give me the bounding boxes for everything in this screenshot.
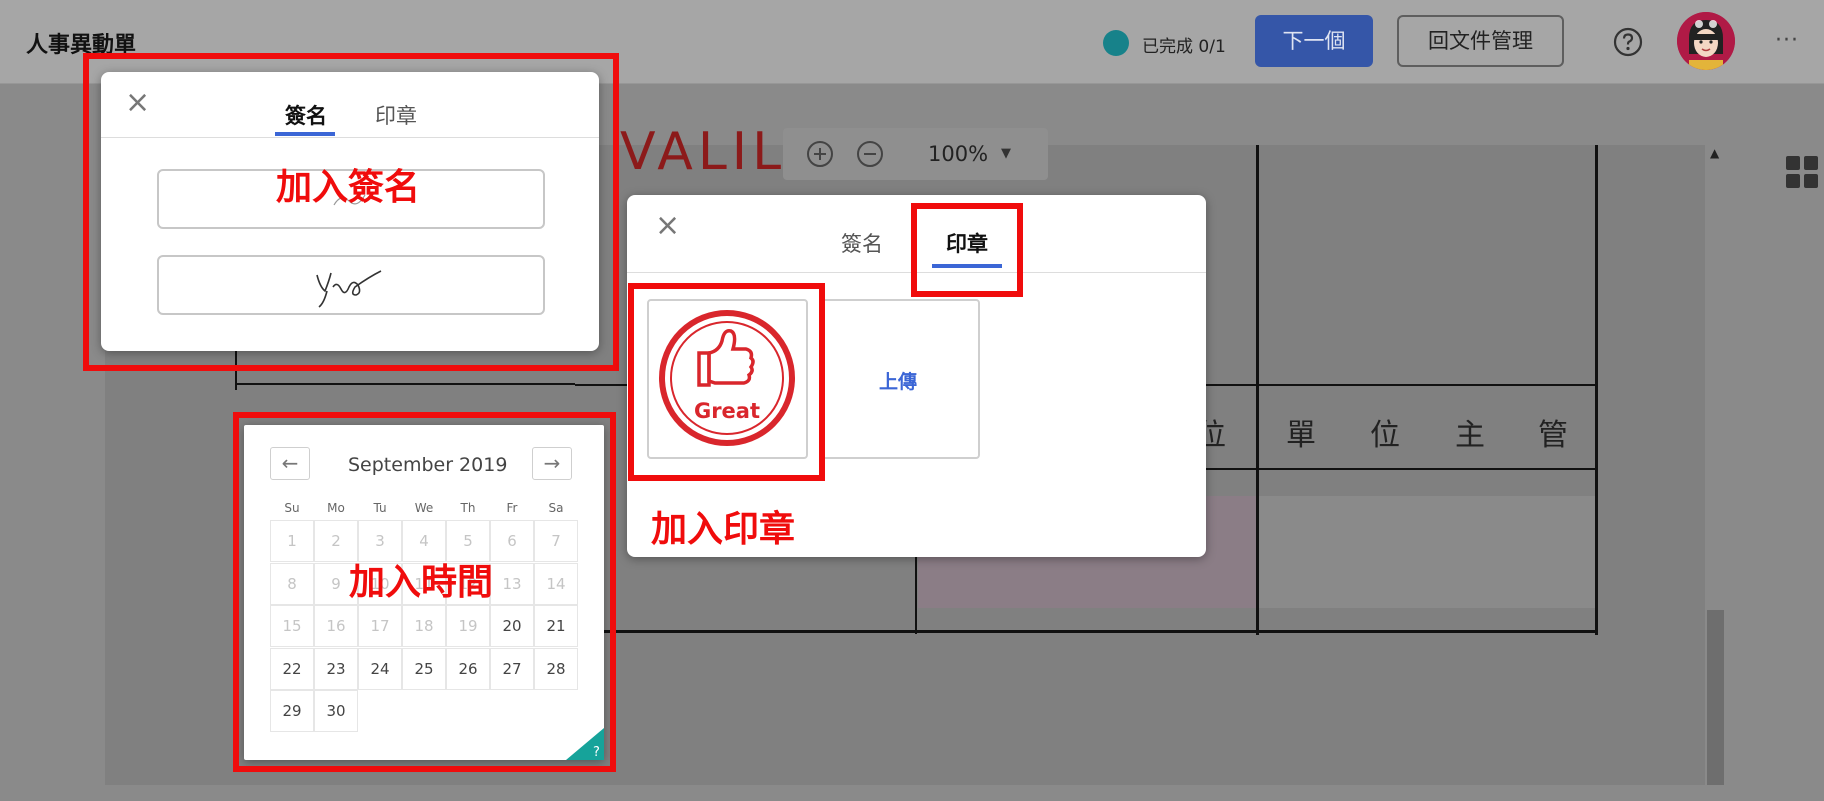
annotation-add-time: 加入時間 [349, 562, 494, 603]
table-border [1595, 145, 1598, 635]
zoom-level-select[interactable]: 100% [928, 142, 988, 166]
table-header-char: 位 [1370, 418, 1400, 453]
status-dot-icon [1103, 30, 1129, 56]
annotation-frame-signature [83, 53, 619, 371]
table-header-char: 單 [1286, 418, 1316, 453]
annotation-add-signature: 加入簽名 [276, 167, 421, 208]
annotation-add-stamp: 加入印章 [651, 509, 796, 550]
table-header-char: 管 [1538, 418, 1568, 453]
grid-view-icon[interactable] [1785, 155, 1819, 193]
caret-down-icon[interactable]: ▼ [1001, 146, 1011, 161]
upload-stamp-label: 上傳 [879, 371, 918, 393]
tab-signature[interactable]: 簽名 [841, 228, 883, 258]
table-header-char: 主 [1455, 418, 1485, 453]
document-title-fragment: VALIL [620, 122, 787, 182]
close-icon[interactable]: × [655, 211, 680, 241]
zoom-out-icon[interactable] [856, 140, 884, 172]
table-border [600, 630, 1598, 633]
table-cell-shaded [1259, 496, 1595, 608]
table-border [235, 383, 575, 385]
completion-status: 已完成 0/1 [1142, 37, 1226, 57]
back-to-documents-button[interactable]: 回文件管理 [1397, 15, 1564, 67]
next-button[interactable]: 下一個 [1255, 15, 1373, 67]
annotation-frame-stamp-tab [911, 203, 1023, 297]
more-options-icon[interactable]: ··· [1775, 28, 1799, 53]
upload-stamp-tile[interactable]: 上傳 [820, 299, 980, 459]
scroll-up-arrow-icon[interactable]: ▲ [1710, 146, 1719, 160]
scrollbar-thumb[interactable] [1707, 610, 1724, 785]
zoom-toolbar: 100% ▼ [783, 128, 1048, 180]
user-avatar[interactable] [1677, 12, 1735, 70]
question-circle-icon[interactable] [1613, 27, 1643, 61]
table-border [1196, 468, 1596, 470]
annotation-frame-stamp [628, 283, 825, 481]
zoom-in-icon[interactable] [806, 140, 834, 172]
